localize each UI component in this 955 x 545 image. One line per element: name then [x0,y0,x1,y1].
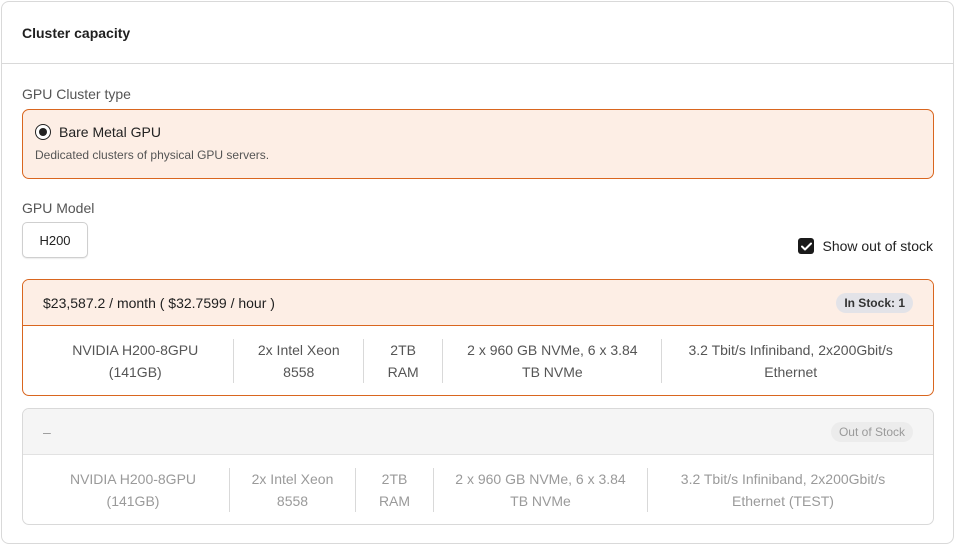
spec-cpu: 2x Intel Xeon 8558 [230,467,356,512]
spec-storage: 2 x 960 GB NVMe, 6 x 3.84 TB NVMe [443,338,663,383]
gpu-model-label: GPU Model [22,200,95,216]
spec-network: 3.2 Tbit/s Infiniband, 2x200Gbit/s Ethern… [680,470,886,509]
cluster-type-option-bare-metal[interactable]: Bare Metal GPU Dedicated clusters of phy… [22,109,934,179]
checkbox-checked-icon[interactable] [798,238,815,254]
offer-price: – [43,423,51,440]
offer-price: $23,587.2 / month ( $32.7599 / hour ) [43,294,275,311]
spec-ram: 2TB RAM [364,338,444,383]
radio-selected-dot [39,128,47,136]
offer-card-out-of-stock: – Out of Stock NVIDIA H200-8GPU (141GB) 2… [22,408,934,525]
spec-cpu: 2x Intel Xeon 8558 [234,338,364,383]
cluster-type-label: GPU Cluster type [22,86,131,102]
cluster-type-title: Bare Metal GPU [59,124,161,140]
spec-gpu: NVIDIA H200-8GPU (141GB) [37,338,235,383]
radio-button[interactable] [35,124,51,140]
offer-card-in-stock[interactable]: $23,587.2 / month ( $32.7599 / hour ) In… [22,279,934,396]
cluster-capacity-panel: Cluster capacity GPU Cluster type Bare M… [1,1,954,544]
offer-header: – Out of Stock [23,409,933,455]
show-out-of-stock-toggle[interactable]: Show out of stock [798,238,933,254]
panel-title: Cluster capacity [2,2,953,64]
gpu-model-select[interactable]: H200 [22,222,88,258]
stock-badge: Out of Stock [830,421,913,442]
offer-header: $23,587.2 / month ( $32.7599 / hour ) In… [23,280,933,326]
offer-specs: NVIDIA H200-8GPU (141GB) 2x Intel Xeon 855… [23,455,933,524]
spec-storage: 2 x 960 GB NVMe, 6 x 3.84 TB NVMe [434,467,648,512]
spec-ram: 2TB RAM [356,467,434,512]
cluster-type-description: Dedicated clusters of physical GPU serve… [35,148,270,162]
stock-badge: In Stock: 1 [836,292,913,313]
spec-gpu: NVIDIA H200-8GPU (141GB) [37,467,230,512]
show-out-of-stock-label: Show out of stock [822,238,933,254]
spec-network: 3.2 Tbit/s Infiniband, 2x200Gbit/s Ethern… [688,341,893,380]
offer-specs: NVIDIA H200-8GPU (141GB) 2x Intel Xeon 855… [23,326,933,395]
